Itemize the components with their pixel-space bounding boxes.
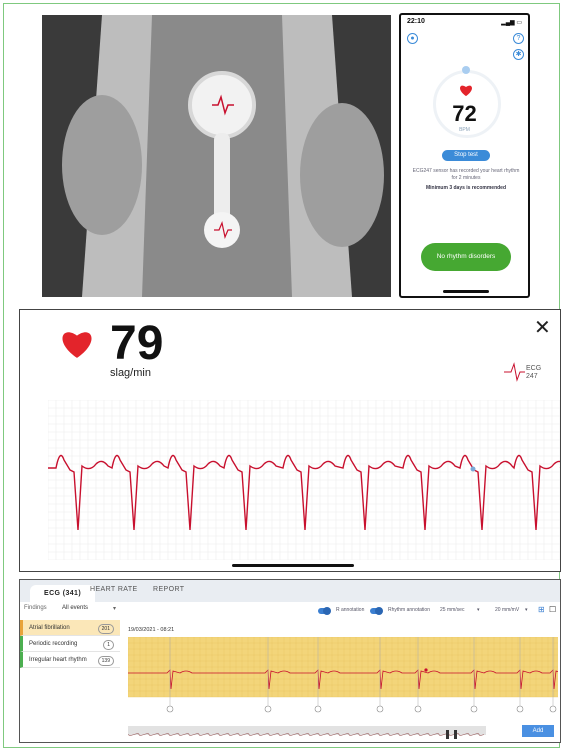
scroll-handle-left (446, 730, 449, 739)
rhythm-annotation-label: Rhythm annotation (388, 607, 430, 613)
finding-irregular-heart-rhythm[interactable]: Irregular heart rhythm 139 (20, 652, 120, 668)
annotation-dot (424, 668, 428, 672)
gain-select[interactable]: 20 mm/mV (495, 607, 519, 613)
finding-label: Atrial fibrillation (29, 625, 70, 631)
r-annotation-toggle[interactable] (318, 607, 331, 615)
minimum-note: Minimum 3 days is recommended (425, 185, 507, 191)
findings-label: Findings (24, 605, 47, 611)
bpm-unit: BPM (459, 127, 470, 133)
home-indicator (443, 290, 489, 293)
heart-icon (460, 85, 472, 97)
findings-list: Atrial fibrillation 201 Periodic recordi… (20, 620, 120, 668)
profile-icon[interactable]: ● (407, 33, 418, 44)
ecg-dashboard: ECG (341) HEART RATE REPORT Findings All… (19, 579, 561, 743)
heart-rate-unit: slag/min (110, 367, 151, 379)
recording-message: ECG247 sensor has recorded your heart rh… (412, 168, 520, 181)
chevron-down-icon[interactable]: ▾ (477, 607, 480, 613)
scroll-handle-right (454, 730, 457, 739)
bpm-value: 72 (452, 101, 477, 126)
status-time: 22:10 (407, 18, 425, 25)
tab-ecg[interactable]: ECG (341) (30, 585, 96, 602)
signal-battery-icon: ▂▄▆ ▭ (501, 20, 522, 26)
beat-marker (414, 705, 422, 713)
r-annotation-label: R annotation (336, 607, 365, 613)
close-button[interactable]: ✕ (534, 315, 551, 340)
beat-marker (549, 705, 557, 713)
beat-marker (470, 705, 478, 713)
beat-marker (516, 705, 524, 713)
bluetooth-settings-icon[interactable]: ✱ (513, 49, 524, 60)
stop-test-button[interactable]: Stop test (442, 150, 490, 161)
findings-select[interactable]: All events (62, 605, 88, 611)
timeline-scrollbar[interactable] (127, 726, 486, 739)
heart-rate-value: 79 (110, 317, 164, 370)
finding-label: Irregular heart rhythm (29, 657, 87, 663)
checkbox-icon[interactable]: ☐ (549, 605, 556, 614)
tab-report[interactable]: REPORT (153, 586, 184, 593)
add-button[interactable]: Add (522, 725, 554, 737)
finding-count: 1 (103, 640, 114, 650)
heart-icon (62, 332, 92, 358)
ecg-waveform (48, 400, 560, 560)
beat-marker (166, 705, 174, 713)
logo-text: ECG (526, 365, 541, 372)
ecg-strip (128, 637, 558, 713)
finding-count: 201 (97, 624, 114, 634)
timeline-overview (127, 730, 485, 739)
help-icon[interactable]: ? (513, 33, 524, 44)
beat-marker (264, 705, 272, 713)
recording-date: 19/03/2021 - 08:21 (128, 627, 175, 633)
speed-select[interactable]: 25 mm/sec (440, 607, 464, 613)
finding-label: Periodic recording (29, 641, 78, 647)
ecg-monitor-panel: 79 slag/min ✕ ECG 247 (19, 309, 561, 572)
finding-atrial-fibrillation[interactable]: Atrial fibrillation 201 (20, 620, 120, 636)
chevron-down-icon[interactable]: ▾ (113, 605, 116, 612)
finding-periodic-recording[interactable]: Periodic recording 1 (20, 636, 120, 652)
home-indicator (232, 564, 354, 567)
tab-bar: ECG (341) HEART RATE REPORT (20, 580, 560, 602)
logo-sub: 247 (526, 373, 538, 380)
beat-marker (314, 705, 322, 713)
finding-count: 139 (97, 656, 114, 666)
tab-heart-rate[interactable]: HEART RATE (90, 586, 138, 593)
ecg247-logo: ECG 247 (504, 362, 541, 382)
cursor-dot (470, 466, 476, 472)
result-button[interactable]: No rhythm disorders (421, 243, 511, 271)
chest-sensor-image (42, 15, 391, 297)
phone-screen: 22:10 ▂▄▆ ▭ ● ? ✱ 72 BPM Stop test ECG24… (399, 13, 530, 298)
rhythm-annotation-toggle[interactable] (370, 607, 383, 615)
sensor-photo (42, 15, 391, 297)
bluetooth-icon (462, 66, 470, 74)
beat-marker (376, 705, 384, 713)
grid-view-icon[interactable]: ⊞ (538, 605, 545, 614)
chevron-down-icon[interactable]: ▾ (525, 607, 528, 613)
